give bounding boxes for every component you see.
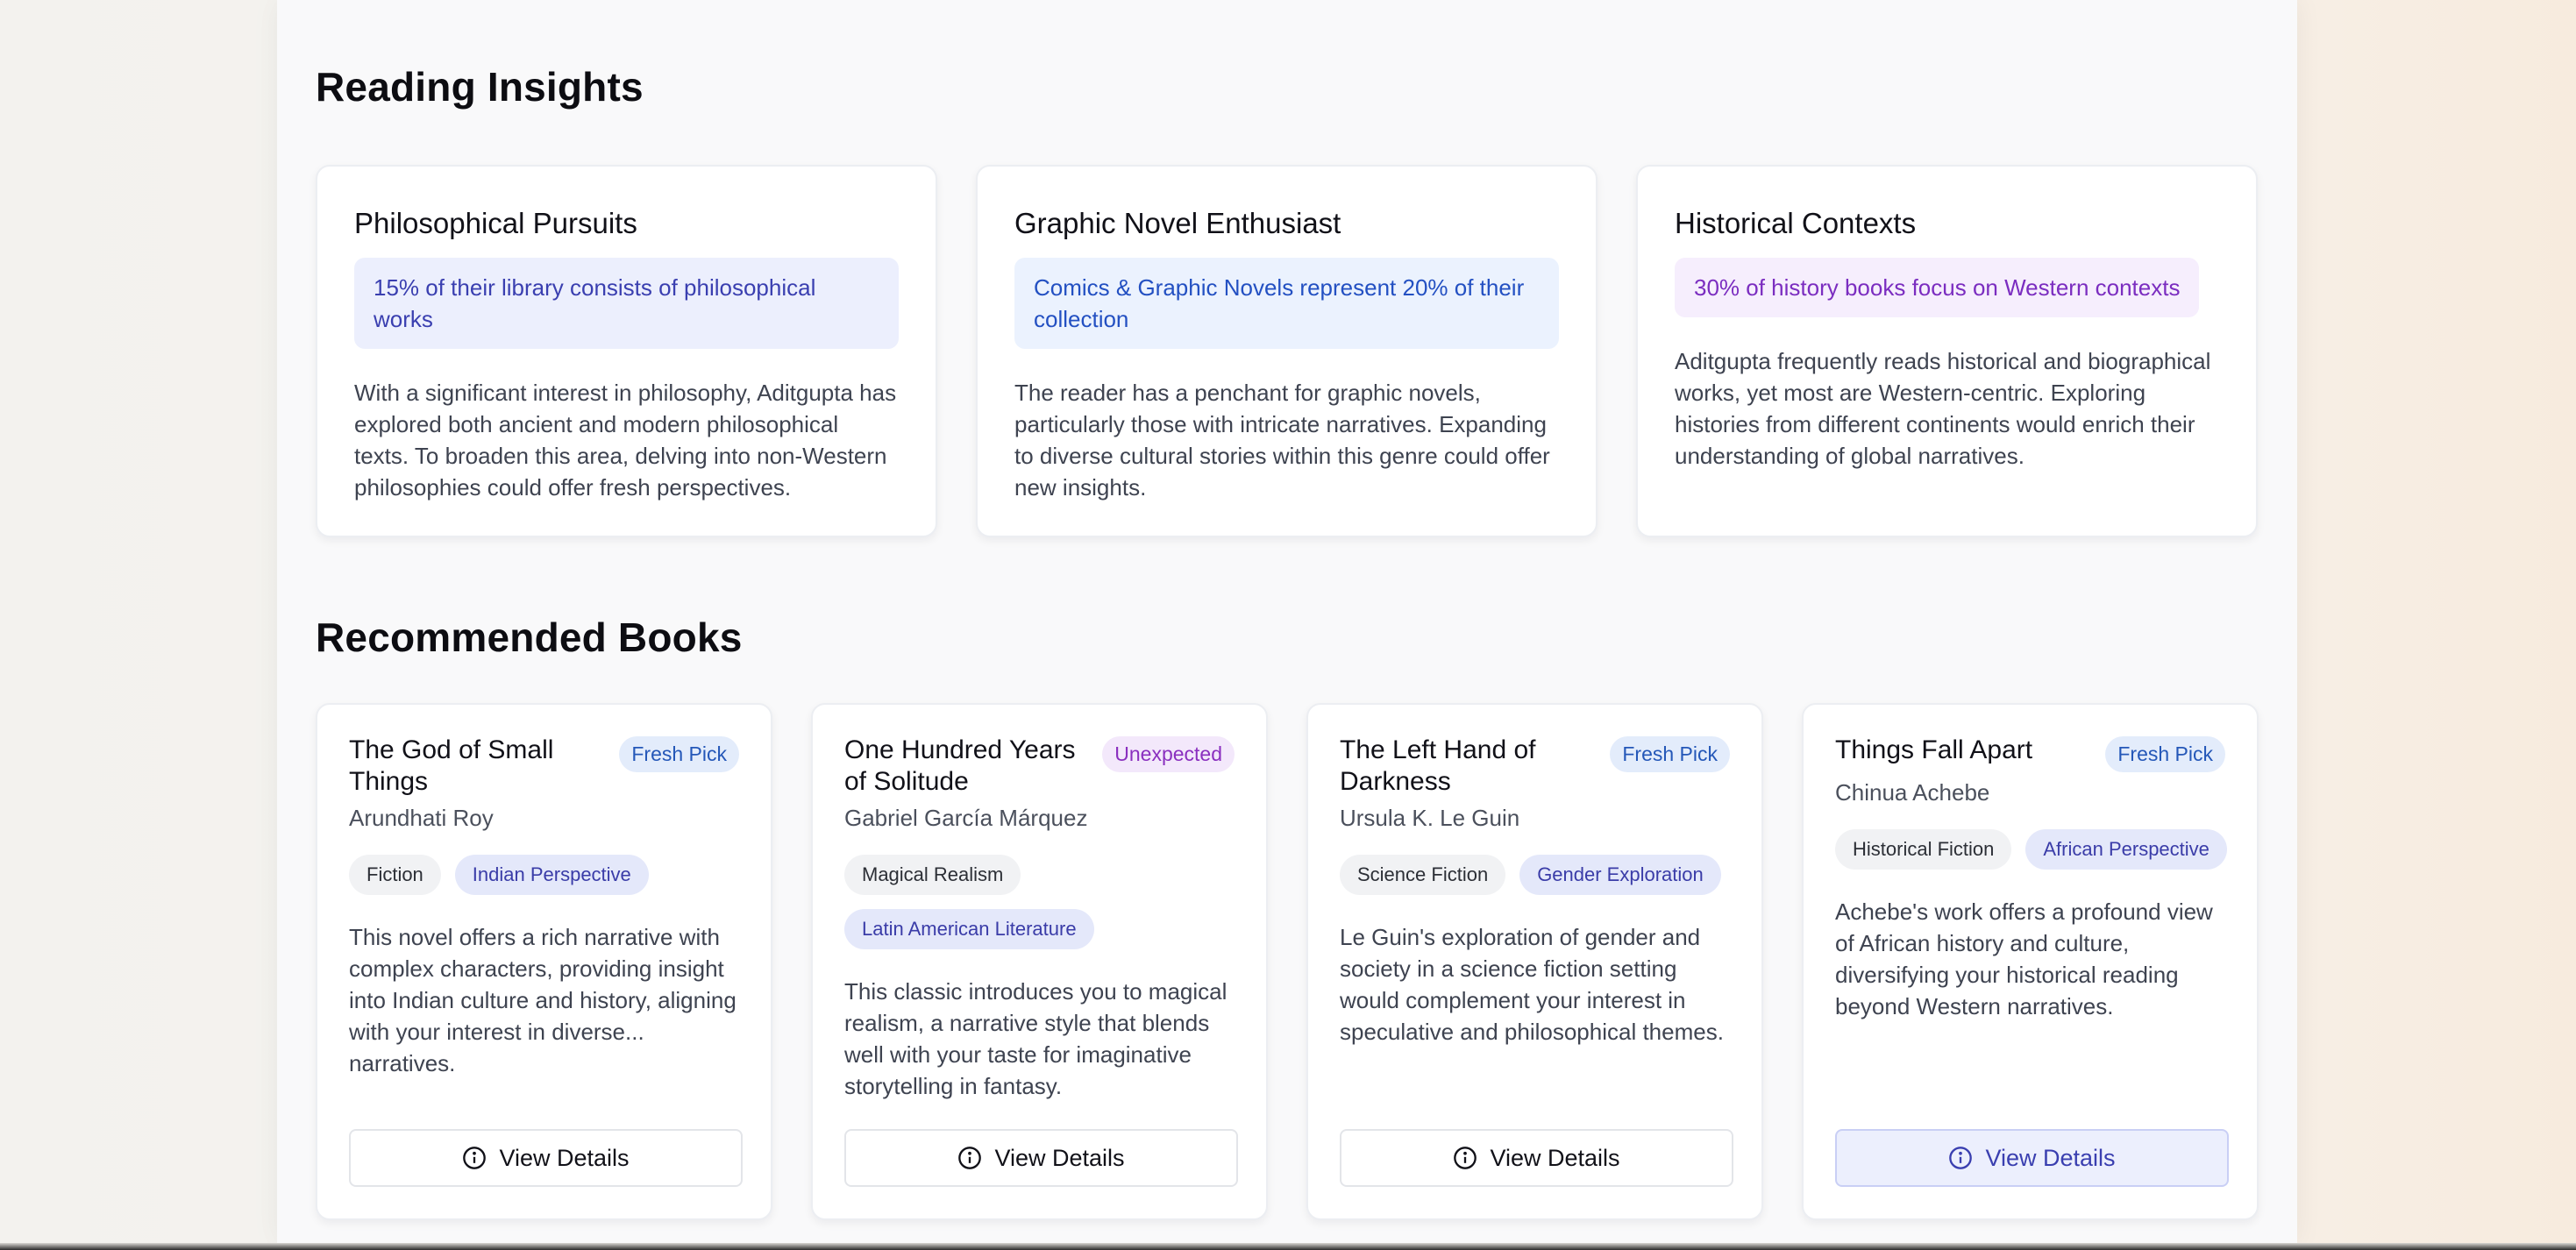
info-circle-icon [1949,1147,1973,1169]
book-tags: Magical Realism Latin American Literatur… [844,855,1238,949]
insight-highlight: 30% of history books focus on Western co… [1675,258,2200,317]
view-details-button[interactable]: View Details [844,1129,1238,1187]
reading-insights-heading: Reading Insights [316,64,644,110]
insight-card-graphic-novel: Graphic Novel Enthusiast Comics & Graphi… [976,165,1598,537]
book-card-left-hand-of-darkness: The Left Hand of Darkness Fresh Pick Urs… [1306,703,1763,1220]
perspective-tag: Gender Exploration [1519,855,1721,895]
book-description: This classic introduces you to magical r… [844,978,1228,1099]
book-author: Chinua Achebe [1835,779,1990,806]
insight-card-historical: Historical Contexts 30% of history books… [1636,165,2258,537]
insight-highlight: 15% of their library consists of philoso… [354,258,899,349]
perspective-tag: Indian Perspective [454,855,649,895]
book-title: The God of Small Things [349,735,554,796]
book-tags: Historical Fiction African Perspective [1835,829,2229,870]
book-card-one-hundred-years: One Hundred Years of Solitude Unexpected… [811,703,1268,1220]
view-details-label: View Details [994,1144,1125,1171]
recommended-books-heading: Recommended Books [316,614,743,660]
book-card-things-fall-apart: Things Fall Apart Fresh Pick Chinua Ache… [1802,703,2259,1220]
books-grid: The God of Small Things Fresh Pick Arund… [316,703,2259,1220]
book-author: Arundhati Roy [349,805,494,831]
fresh-pick-badge: Fresh Pick [619,736,739,772]
view-details-label: View Details [499,1144,630,1171]
window-bottom-edge [0,1243,2576,1250]
insight-title: Graphic Novel Enthusiast [1014,207,1341,239]
fresh-pick-badge: Fresh Pick [1610,736,1730,772]
book-author: Gabriel García Márquez [844,805,1088,831]
view-details-button[interactable]: View Details [1340,1129,1733,1187]
book-title: Things Fall Apart [1835,735,2033,764]
insight-text: With a significant interest in philosoph… [354,380,897,501]
main-panel: Reading Insights Philosophical Pursuits … [277,0,2297,1243]
view-details-label: View Details [1985,1144,2116,1171]
unexpected-badge: Unexpected [1102,736,1235,772]
insight-card-philosophical: Philosophical Pursuits 15% of their libr… [316,165,937,537]
genre-tag: Historical Fiction [1835,829,2012,870]
insight-title: Philosophical Pursuits [354,207,637,239]
perspective-tag: African Perspective [2025,829,2227,870]
info-circle-icon [1454,1147,1477,1169]
info-circle-icon [958,1147,982,1169]
book-card-god-of-small-things: The God of Small Things Fresh Pick Arund… [316,703,772,1220]
genre-tag: Science Fiction [1340,855,1506,895]
book-title: The Left Hand of Darkness [1340,735,1536,796]
genre-tag: Fiction [349,855,441,895]
book-title: One Hundred Years of Solitude [844,735,1076,796]
view-details-button[interactable]: View Details [349,1129,743,1187]
view-details-button[interactable]: View Details [1835,1129,2229,1187]
book-description: This novel offers a rich narrative with … [349,924,737,1076]
insight-title: Historical Contexts [1675,207,1917,239]
view-details-label: View Details [1490,1144,1620,1171]
insights-grid: Philosophical Pursuits 15% of their libr… [316,165,2258,537]
fresh-pick-badge: Fresh Pick [2105,736,2225,772]
book-description: Le Guin's exploration of gender and soci… [1340,924,1724,1045]
book-tags: Fiction Indian Perspective [349,855,743,895]
perspective-tag: Latin American Literature [844,909,1094,949]
info-circle-icon [463,1147,487,1169]
insight-text: The reader has a penchant for graphic no… [1014,380,1550,501]
insight-highlight: Comics & Graphic Novels represent 20% of… [1014,258,1559,349]
genre-tag: Magical Realism [844,855,1021,895]
book-author: Ursula K. Le Guin [1340,805,1520,831]
book-tags: Science Fiction Gender Exploration [1340,855,1733,895]
insight-text: Aditgupta frequently reads historical an… [1675,348,2211,469]
book-description: Achebe's work offers a profound view of … [1835,898,2213,1019]
